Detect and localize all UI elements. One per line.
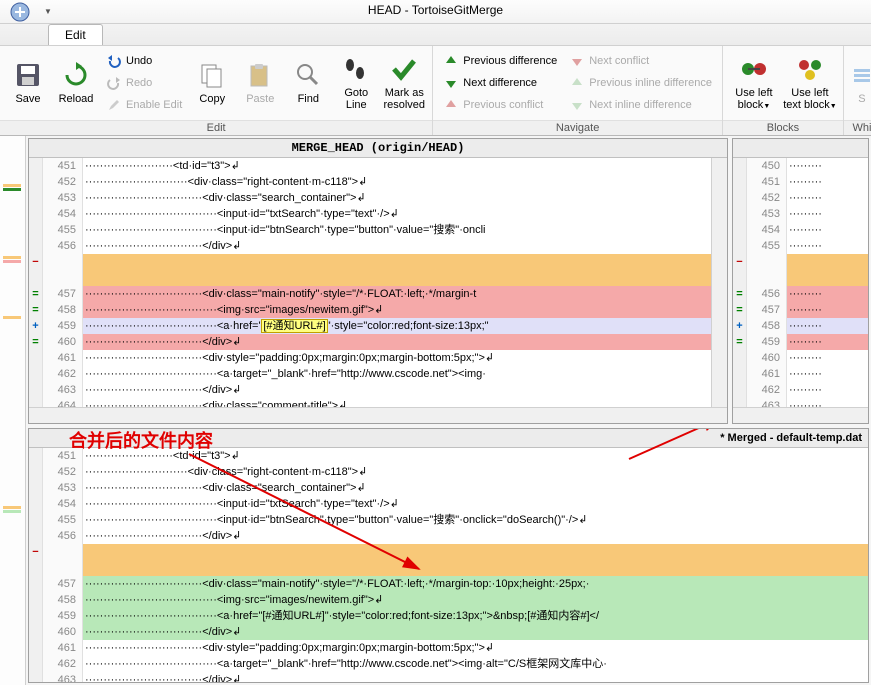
group-label-blocks: Blocks bbox=[723, 120, 843, 135]
app-icon bbox=[0, 0, 40, 24]
pane-title-merge-head: MERGE_HEAD (origin/HEAD) bbox=[29, 139, 727, 158]
reload-button[interactable]: Reload bbox=[53, 48, 99, 116]
code-line[interactable]: 451························<td·id="t3">↲ bbox=[29, 448, 868, 464]
code-line[interactable]: 463································</div… bbox=[29, 382, 711, 398]
code-line[interactable] bbox=[733, 270, 868, 286]
goto-line-button[interactable]: Goto Line bbox=[333, 48, 379, 116]
find-button[interactable]: Find bbox=[285, 48, 331, 116]
paste-button[interactable]: Paste bbox=[237, 48, 283, 116]
tab-edit[interactable]: Edit bbox=[48, 24, 103, 45]
copy-button[interactable]: Copy bbox=[189, 48, 235, 116]
code-line[interactable]: =459········· bbox=[733, 334, 868, 350]
code-line[interactable]: 460········· bbox=[733, 350, 868, 366]
code-line[interactable]: 455····································<… bbox=[29, 512, 868, 528]
save-button[interactable]: Save bbox=[5, 48, 51, 116]
code-line[interactable]: 462····································<… bbox=[29, 366, 711, 382]
code-line[interactable]: 458····································<… bbox=[29, 592, 868, 608]
code-line[interactable]: 454····································<… bbox=[29, 206, 711, 222]
scrollbar-h[interactable] bbox=[733, 407, 868, 423]
code-line[interactable]: 463········· bbox=[733, 398, 868, 407]
code-line[interactable]: − bbox=[733, 254, 868, 270]
scrollbar-v[interactable] bbox=[711, 158, 727, 407]
code-line[interactable]: 455········· bbox=[733, 238, 868, 254]
prev-inline-button[interactable]: Previous inline difference bbox=[565, 72, 716, 94]
code-line[interactable]: 451········· bbox=[733, 174, 868, 190]
code-line[interactable]: 457································<div·… bbox=[29, 576, 868, 592]
code-line[interactable]: 454····································<… bbox=[29, 496, 868, 512]
prev-diff-button[interactable]: Previous difference bbox=[439, 50, 561, 72]
partial-button-1[interactable]: S bbox=[849, 48, 871, 116]
undo-button[interactable]: Undo bbox=[102, 50, 186, 72]
code-line[interactable]: 455····································<… bbox=[29, 222, 711, 238]
next-diff-button[interactable]: Next difference bbox=[439, 72, 561, 94]
code-line[interactable]: =457································<div… bbox=[29, 286, 711, 302]
pane-title-head bbox=[733, 139, 868, 158]
mark-resolved-button[interactable]: Mark as resolved bbox=[381, 48, 427, 116]
group-label-partial: Whi bbox=[844, 120, 871, 135]
code-line[interactable]: 464································<div·… bbox=[29, 398, 711, 407]
window-title: HEAD - TortoiseGitMerge bbox=[368, 3, 503, 17]
code-line[interactable]: − bbox=[29, 544, 868, 560]
code-line[interactable]: 463································</div… bbox=[29, 672, 868, 682]
code-line[interactable]: 461································<div·… bbox=[29, 640, 868, 656]
code-line[interactable]: 456································</div… bbox=[29, 238, 711, 254]
group-label-navigate: Navigate bbox=[433, 120, 722, 135]
pane-title-merged: 合并后的文件内容 * Merged - default-temp.dat bbox=[29, 429, 868, 448]
overview-gutter[interactable] bbox=[0, 136, 26, 685]
code-line[interactable]: 461········· bbox=[733, 366, 868, 382]
code-line[interactable]: =460································</di… bbox=[29, 334, 711, 350]
code-line[interactable]: 452····························<div·clas… bbox=[29, 174, 711, 190]
code-line[interactable]: 453································<div·… bbox=[29, 480, 868, 496]
qat-dropdown-icon[interactable]: ▼ bbox=[44, 7, 52, 16]
code-line[interactable]: 461································<div·… bbox=[29, 350, 711, 366]
code-line[interactable]: 451························<td·id="t3">↲ bbox=[29, 158, 711, 174]
code-line[interactable]: 456································</div… bbox=[29, 528, 868, 544]
code-line[interactable]: =456········· bbox=[733, 286, 868, 302]
code-line[interactable]: =457········· bbox=[733, 302, 868, 318]
code-area-top-right[interactable]: 450·········451·········452·········453·… bbox=[733, 158, 868, 407]
prev-conflict-button[interactable]: Previous conflict bbox=[439, 94, 561, 116]
next-inline-button[interactable]: Next inline difference bbox=[565, 94, 716, 116]
scrollbar-h[interactable] bbox=[29, 407, 727, 423]
use-left-text-block-button[interactable]: Use left text block▼ bbox=[782, 48, 838, 116]
code-line[interactable]: 462····································<… bbox=[29, 656, 868, 672]
code-line[interactable]: 453········· bbox=[733, 206, 868, 222]
code-line[interactable]: +458········· bbox=[733, 318, 868, 334]
enable-edit-button[interactable]: Enable Edit bbox=[102, 94, 186, 116]
code-line[interactable]: +459····································… bbox=[29, 318, 711, 334]
code-line[interactable]: 459····································<… bbox=[29, 608, 868, 624]
code-line[interactable] bbox=[29, 270, 711, 286]
code-line[interactable] bbox=[29, 560, 868, 576]
code-area-bottom[interactable]: 451························<td·id="t3">↲… bbox=[29, 448, 868, 682]
code-line[interactable]: 462········· bbox=[733, 382, 868, 398]
pane-head: 450·········451·········452·········453·… bbox=[732, 138, 869, 424]
code-line[interactable]: =458····································… bbox=[29, 302, 711, 318]
next-conflict-button[interactable]: Next conflict bbox=[565, 50, 716, 72]
code-line[interactable]: − bbox=[29, 254, 711, 270]
code-line[interactable]: 452········· bbox=[733, 190, 868, 206]
use-left-block-button[interactable]: Use left block▼ bbox=[728, 48, 780, 116]
code-line[interactable]: 452····························<div·clas… bbox=[29, 464, 868, 480]
ribbon: Save Reload Undo Redo Enable Edit Copy P… bbox=[0, 46, 871, 136]
code-line[interactable]: 453································<div·… bbox=[29, 190, 711, 206]
code-line[interactable]: 450········· bbox=[733, 158, 868, 174]
pane-merged: 合并后的文件内容 * Merged - default-temp.dat 451… bbox=[28, 428, 869, 683]
redo-button[interactable]: Redo bbox=[102, 72, 186, 94]
pane-merge-head: MERGE_HEAD (origin/HEAD) 451············… bbox=[28, 138, 728, 424]
code-line[interactable]: 454········· bbox=[733, 222, 868, 238]
code-area-top-left[interactable]: 451························<td·id="t3">↲… bbox=[29, 158, 711, 407]
code-line[interactable]: 460································</div… bbox=[29, 624, 868, 640]
group-label-edit: Edit bbox=[0, 120, 432, 135]
